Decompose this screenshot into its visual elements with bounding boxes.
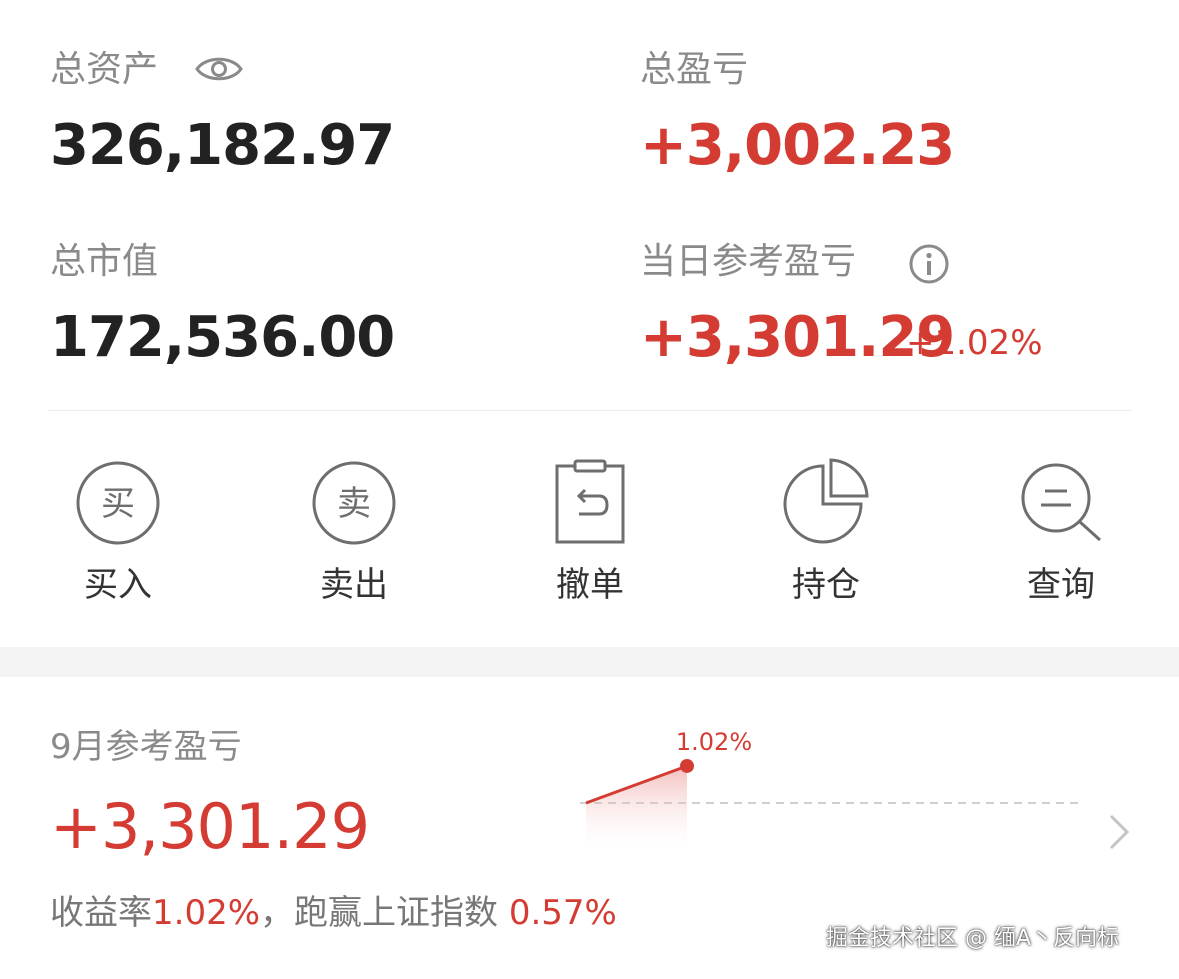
return-label: 收益率 — [50, 893, 152, 933]
chevron-right-icon[interactable] — [1106, 812, 1132, 852]
chart-data-label: 1.02% — [676, 728, 752, 756]
search-icon — [1021, 463, 1102, 542]
return-summary: 收益率1.02%，跑赢上证指数 0.57% — [50, 896, 617, 930]
sell-button[interactable]: 卖 卖出 — [274, 458, 434, 602]
positions-label: 持仓 — [792, 565, 860, 605]
query-button[interactable]: 查询 — [981, 458, 1141, 602]
cancel-order-label: 撤单 — [556, 565, 624, 605]
buy-button[interactable]: 买 买入 — [38, 458, 198, 602]
beat-index-value: 0.57% — [508, 893, 617, 933]
pie-chart-icon — [783, 458, 869, 544]
divider — [48, 410, 1132, 411]
total-pnl-value: +3,002.23 — [640, 113, 955, 178]
monthly-pnl-value: +3,301.29 — [50, 790, 370, 863]
daily-pnl-percent: +1.02% — [906, 323, 1043, 363]
beat-index-label: 跑赢上证指数 — [294, 893, 499, 933]
query-label: 查询 — [1027, 565, 1095, 605]
market-value-value: 172,536.00 — [50, 305, 395, 370]
buy-icon: 买 — [76, 461, 160, 545]
total-assets-label: 总资产 — [50, 49, 159, 90]
buy-label: 买入 — [84, 565, 152, 605]
section-gap — [0, 647, 1179, 677]
positions-button[interactable]: 持仓 — [746, 458, 906, 602]
daily-pnl-label: 当日参考盈亏 — [640, 241, 857, 282]
eye-icon[interactable] — [194, 52, 244, 86]
market-value-label: 总市值 — [50, 241, 159, 282]
monthly-pnl-label: 9月参考盈亏 — [50, 727, 242, 767]
info-icon[interactable] — [908, 243, 950, 285]
sell-icon-glyph: 卖 — [337, 484, 371, 524]
buy-icon-glyph: 买 — [101, 484, 135, 524]
cancel-order-button[interactable]: 撤单 — [510, 458, 670, 602]
total-pnl-label: 总盈亏 — [640, 49, 749, 90]
sell-icon: 卖 — [312, 461, 396, 545]
sell-label: 卖出 — [320, 565, 388, 605]
return-value: 1.02% — [152, 893, 261, 933]
cancel-order-icon — [555, 459, 625, 544]
total-assets-value: 326,182.97 — [50, 113, 395, 178]
chart-area — [586, 765, 687, 856]
separator: ， — [260, 893, 295, 933]
watermark: 掘金技术社区 @ 缅A丶反向标 — [826, 926, 1120, 951]
chart-point — [680, 758, 694, 773]
monthly-return-chart: 1.02% — [580, 728, 1080, 856]
